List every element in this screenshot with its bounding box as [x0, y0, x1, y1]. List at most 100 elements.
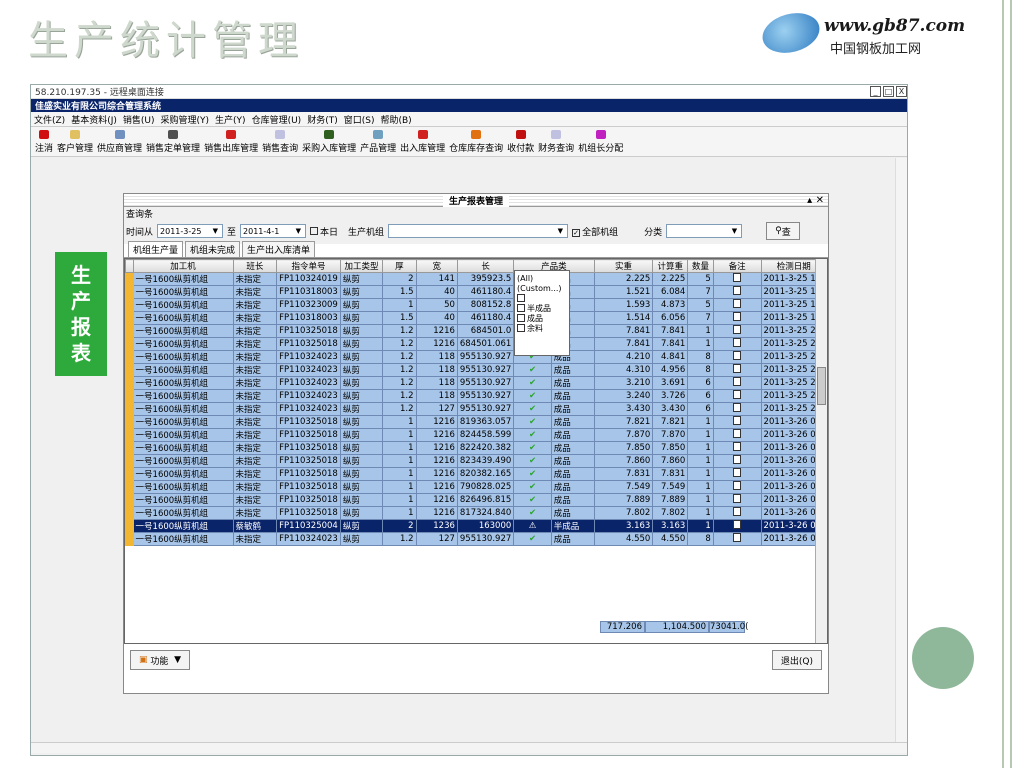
window-horizontal-scrollbar[interactable] — [31, 742, 907, 753]
note-cell[interactable] — [712, 519, 762, 533]
exit-button[interactable]: 退出(Q) — [771, 650, 822, 670]
table-row[interactable]: 一号1600纵剪机组 未指定 FP110325018 纵剪 1 1216 826496.81… — [125, 493, 827, 507]
toolbar-button[interactable]: 客户管理 — [55, 130, 95, 156]
menu-item[interactable]: 窗口(S) — [341, 113, 378, 126]
filter-option[interactable]: (Custom...) — [517, 283, 567, 293]
column-header[interactable]: 指令单号 — [276, 259, 341, 273]
table-row[interactable]: 一号1600纵剪机组未指定FP110318003纵剪1.540461180.4成… — [125, 311, 827, 325]
today-checkbox[interactable]: 本日 — [310, 225, 338, 238]
filter-option[interactable]: 余料 — [517, 323, 567, 333]
note-cell[interactable] — [712, 389, 762, 403]
note-cell[interactable] — [712, 402, 762, 416]
filter-checkbox[interactable] — [517, 324, 525, 332]
close-button[interactable]: X — [896, 86, 907, 97]
menu-item[interactable]: 财务(T) — [304, 113, 341, 126]
grid-scroll-thumb[interactable] — [817, 367, 826, 405]
product-type-filter-popup[interactable]: (All) (Custom...) 半成品 成品 余料 — [514, 270, 570, 356]
tab-2[interactable]: 生产出入库清单 — [242, 241, 316, 257]
column-header[interactable]: 宽 — [415, 259, 458, 273]
date-from-input[interactable]: 2011-3-25 ▼ — [157, 224, 224, 238]
toolbar-button[interactable]: 收付款 — [505, 130, 536, 156]
maximize-button[interactable]: □ — [883, 86, 894, 97]
note-cell[interactable] — [712, 493, 762, 507]
toolbar-button[interactable]: 供应商管理 — [95, 130, 144, 156]
note-cell[interactable] — [712, 298, 762, 312]
table-row[interactable]: 一号1600纵剪机组 未指定 FP110325018 纵剪 1 1216 817324.84… — [125, 506, 827, 520]
column-header[interactable]: 加工类型 — [339, 259, 384, 273]
filter-checkbox[interactable] — [517, 294, 525, 302]
toolbar-button[interactable]: 机组长分配 — [576, 130, 625, 156]
grid-vertical-scrollbar[interactable] — [815, 259, 827, 643]
table-row[interactable]: 一号1600纵剪机组 未指定 FP110325018 纵剪 1 1216 823439.49… — [125, 454, 827, 468]
toolbar-button[interactable]: 财务查询 — [536, 130, 576, 156]
menu-item[interactable]: 销售(U) — [120, 113, 158, 126]
menu-item[interactable]: 基本资料(J) — [68, 113, 120, 126]
note-cell[interactable] — [712, 454, 762, 468]
table-row[interactable]: 一号1600纵剪机组 未指定 FP110324023 纵剪 1.2 118 955130.9… — [125, 363, 827, 377]
note-cell[interactable] — [712, 415, 762, 429]
table-row[interactable]: 一号1600纵剪机组 未指定 FP110324023 纵剪 1.2 118 955130.9… — [125, 389, 827, 403]
toolbar-button[interactable]: 采购入库管理 — [300, 130, 358, 156]
table-row[interactable]: 一号1600纵剪机组 未指定 FP110325018 纵剪 1.2 1216 684501.… — [125, 324, 827, 338]
toolbar-button[interactable]: 出入库管理 — [398, 130, 447, 156]
note-cell[interactable] — [712, 285, 762, 299]
column-header[interactable]: 数量 — [687, 259, 714, 273]
search-button[interactable]: ⚲ 查 — [766, 222, 800, 240]
toolbar-button[interactable]: 销售定单管理 — [144, 130, 202, 156]
note-cell[interactable] — [712, 376, 762, 390]
column-header[interactable]: 厚 — [382, 259, 417, 273]
toolbar-button[interactable]: 注消 — [33, 130, 55, 156]
note-cell[interactable] — [712, 324, 762, 338]
table-row[interactable]: 一号1600纵剪机组 未指定 FP110325018 纵剪 1 1216 822420.38… — [125, 441, 827, 455]
filter-option[interactable]: 成品 — [517, 313, 567, 323]
note-cell[interactable] — [712, 337, 762, 351]
table-row[interactable]: 一号1600纵剪机组未指定FP110323009纵剪150808152.8成品1… — [125, 298, 827, 312]
table-row[interactable]: 一号1600纵剪机组 蔡敏鹤 FP110325004 纵剪 2 1236 163000 ⚠ 半成… — [125, 519, 827, 533]
column-header[interactable]: 班长 — [232, 259, 278, 273]
function-button[interactable]: ▣ 功能 ▼ — [130, 650, 191, 670]
tab-0[interactable]: 机组生产量 — [128, 241, 184, 257]
toolbar-button[interactable]: 销售查询 — [260, 130, 300, 156]
table-row[interactable]: 一号1600纵剪机组 未指定 FP110325018 纵剪 1.2 1216 684501.… — [125, 337, 827, 351]
note-cell[interactable] — [712, 350, 762, 364]
note-cell[interactable] — [712, 311, 762, 325]
table-row[interactable]: 一号1600纵剪机组 未指定 FP110325018 纵剪 1 1216 790828.02… — [125, 480, 827, 494]
column-header[interactable]: 备注 — [712, 259, 762, 273]
table-row[interactable]: 一号1600纵剪机组 未指定 FP110325018 纵剪 1 1216 820382.16… — [125, 467, 827, 481]
menu-item[interactable]: 采购管理(Y) — [158, 113, 213, 126]
panel-close-icon[interactable]: ▴ ✕ — [807, 195, 824, 206]
filter-option[interactable]: 半成品 — [517, 303, 567, 313]
unit-select[interactable]: ▼ — [388, 224, 569, 238]
note-cell[interactable] — [712, 272, 762, 286]
column-header[interactable]: 长 — [456, 259, 515, 273]
table-row[interactable]: 一号1600纵剪机组 未指定 FP110324023 纵剪 1.2 118 955130.9… — [125, 350, 827, 364]
note-cell[interactable] — [712, 532, 762, 546]
table-row[interactable]: 一号1600纵剪机组 未指定 FP110325018 纵剪 1 1216 824458.59… — [125, 428, 827, 442]
minimize-button[interactable]: _ — [870, 86, 881, 97]
column-header[interactable]: 实重 — [593, 259, 654, 273]
toolbar-button[interactable]: 产品管理 — [358, 130, 398, 156]
filter-option[interactable] — [517, 293, 567, 303]
table-row[interactable]: 一号1600纵剪机组 未指定 FP110324023 纵剪 1.2 127 955130.9… — [125, 402, 827, 416]
table-row[interactable]: 一号1600纵剪机组 未指定 FP110324023 纵剪 1.2 118 955130.9… — [125, 376, 827, 390]
menu-item[interactable]: 帮助(B) — [377, 113, 414, 126]
note-cell[interactable] — [712, 363, 762, 377]
table-row[interactable]: 一号1600纵剪机组 未指定 FP110324023 纵剪 1.2 127 955130.9… — [125, 532, 827, 546]
menu-item[interactable]: 仓库管理(U) — [249, 113, 305, 126]
column-header[interactable]: 计算重 — [652, 259, 689, 273]
note-cell[interactable] — [712, 506, 762, 520]
toolbar-button[interactable]: 仓库库存查询 — [447, 130, 505, 156]
menu-item[interactable]: 文件(Z) — [31, 113, 68, 126]
menu-item[interactable]: 生产(Y) — [212, 113, 249, 126]
filter-checkbox[interactable] — [517, 314, 525, 322]
note-cell[interactable] — [712, 480, 762, 494]
table-row[interactable]: 一号1600纵剪机组未指定FP110318003纵剪1.540461180.4成… — [125, 285, 827, 299]
category-select[interactable]: ▼ — [666, 224, 743, 238]
table-row[interactable]: 一号1600纵剪机组未指定FP110324019纵剪2141395923.5成品… — [125, 272, 827, 286]
table-row[interactable]: 一号1600纵剪机组 未指定 FP110325018 纵剪 1 1216 819363.05… — [125, 415, 827, 429]
filter-option[interactable]: (All) — [517, 273, 567, 283]
note-cell[interactable] — [712, 428, 762, 442]
date-to-input[interactable]: 2011-4-1 ▼ — [240, 224, 307, 238]
note-cell[interactable] — [712, 467, 762, 481]
filter-checkbox[interactable] — [517, 304, 525, 312]
